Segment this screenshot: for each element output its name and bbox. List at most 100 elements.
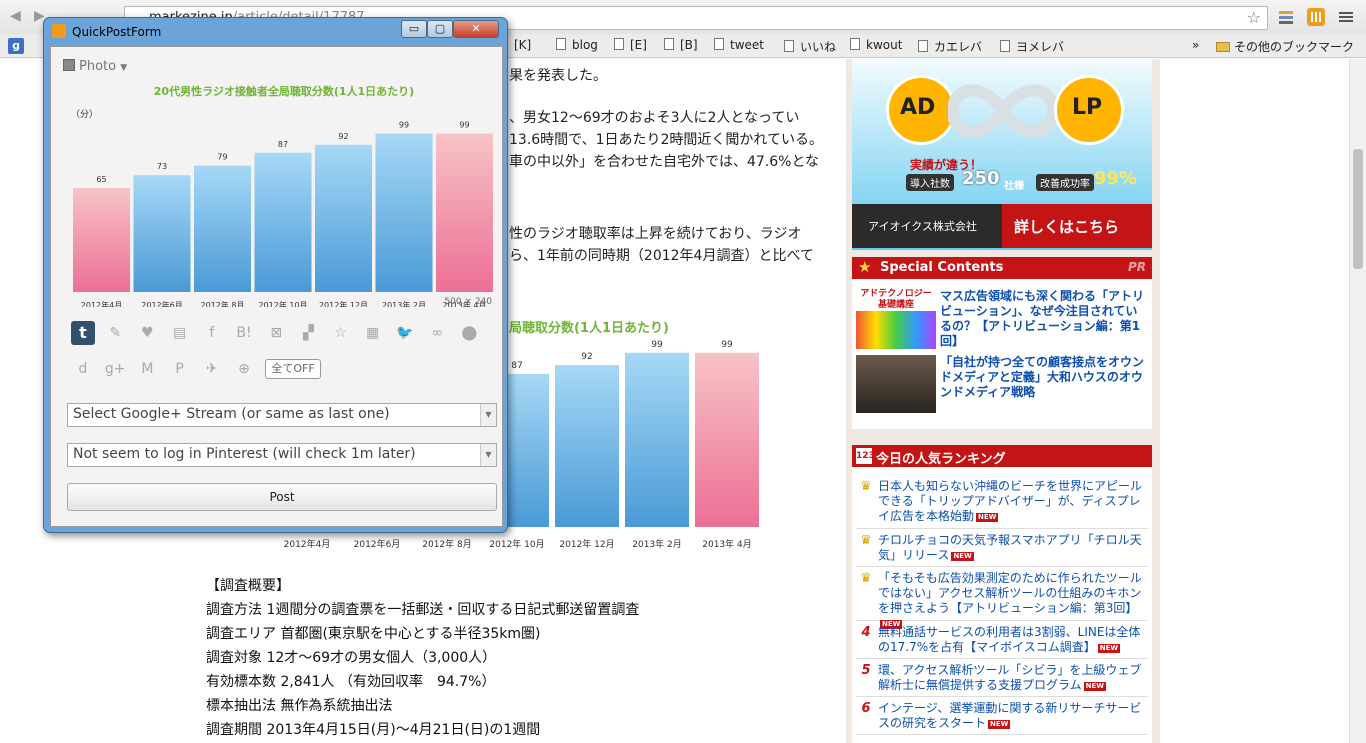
chart-bar — [436, 133, 493, 292]
new-badge: NEW — [951, 552, 974, 561]
bookmark-item[interactable]: ヨメレバ — [1000, 38, 1064, 55]
ranking-link[interactable]: インテージ、選挙運動に関する新リサーチサービスの研究をスタート NEW — [878, 701, 1144, 731]
ad-stat1-label: 導入社数 — [906, 174, 954, 191]
all-off-button[interactable]: 全てOFF — [265, 359, 321, 379]
star-box-icon[interactable]: ⊠ — [264, 321, 288, 345]
special-link[interactable]: 「自社が持つ全ての顧客接点をオウンドメディアと定義」大和ハウスのオウンドメディア… — [940, 355, 1146, 400]
stack-icon[interactable]: ▤ — [168, 321, 192, 345]
chart-bar — [695, 352, 759, 527]
survey-line: 調査方法 1週間分の調査票を一括郵送・回収する日記式郵送留置調査 — [206, 602, 640, 618]
y-axis-label: （分） — [71, 109, 98, 120]
photo-icon — [63, 59, 75, 71]
bookmark-item[interactable]: kwout — [850, 38, 902, 52]
ranking-link[interactable]: 無料通話サービスの利用者は3割弱、LINEは全体の17.7%を占有【マイボイスコ… — [878, 625, 1144, 655]
data-label: 92 — [581, 352, 592, 362]
thumbnail-caption: アドテクノロジー基礎講座 — [856, 289, 936, 311]
article-text: ら、1年前の同時期（2012年4月調査）と比べて — [509, 248, 814, 264]
page-scrollbar[interactable] — [1349, 59, 1366, 743]
bookmark-item[interactable]: tweet — [714, 38, 764, 52]
ad-stat2-label: 改善成功率 — [1036, 174, 1094, 191]
tick-label: 2012年6月 — [354, 538, 401, 550]
survey-line: 調査エリア 首都圏(東京駅を中心とする半径35km圏) — [206, 626, 541, 642]
page-icon — [850, 38, 860, 50]
bi-icon[interactable]: B! — [232, 321, 256, 345]
bookmark-item[interactable]: [E] — [614, 38, 647, 52]
news-icon[interactable]: ▦ — [361, 321, 385, 345]
googleplus-icon[interactable]: g+ — [103, 357, 127, 381]
photo-type-dropdown[interactable]: Photo ▼ — [63, 59, 127, 74]
bookmark-item[interactable]: blog — [556, 38, 598, 52]
location-icon[interactable]: ⬤ — [457, 321, 481, 345]
close-button[interactable]: ✕ — [453, 20, 499, 38]
tick-label: 2013年 2月 — [632, 538, 682, 550]
google-icon[interactable]: g — [8, 38, 24, 54]
bookmark-item[interactable]: いいね — [784, 38, 836, 55]
new-badge: NEW — [976, 513, 999, 522]
gplus-stream-select[interactable]: Select Google+ Stream (or same as last o… — [67, 403, 497, 427]
new-badge: NEW — [988, 720, 1011, 729]
other-bookmarks[interactable]: その他のブックマーク — [1216, 38, 1354, 55]
evernote-icon[interactable]: ✈ — [200, 357, 224, 381]
rank-number: 5 — [861, 663, 871, 678]
folder-icon — [1216, 42, 1230, 52]
link-icon[interactable]: ∞ — [425, 321, 449, 345]
ranking-item[interactable]: ♛ チロルチョコの天気予報スマホアプリ「チロル天気」リリース NEW — [856, 533, 1148, 567]
page-icon — [614, 38, 624, 50]
scrollbar-thumb[interactable] — [1353, 149, 1363, 269]
plus-icon[interactable]: ⊕ — [232, 357, 256, 381]
ranking-icon: 123 — [856, 448, 875, 464]
ad-left-tag: AD — [900, 95, 936, 120]
ranking-header: 123 今日の人気ランキング — [852, 445, 1152, 467]
chevron-down-icon: ▼ — [480, 444, 496, 466]
twitter-icon[interactable]: 🐦 — [393, 321, 417, 345]
tick-label: 2013年 4月 — [702, 538, 752, 550]
gmail-icon[interactable]: M — [135, 357, 159, 381]
ranking-item[interactable]: 4 無料通話サービスの利用者は3割弱、LINEは全体の17.7%を占有【マイボイス… — [856, 625, 1148, 659]
maximize-button[interactable]: ▢ — [427, 20, 453, 38]
bookmark-item[interactable]: [K] — [514, 38, 531, 52]
bookmark-toolbar-icon[interactable] — [1276, 7, 1296, 27]
ranking-link[interactable]: 「そもそも広告効果測定のために作られたツールではない」アクセス解析ツールの仕組み… — [878, 571, 1144, 631]
article-text: 13.6時間で、1日あたり2時間近く聞かれている。 — [509, 132, 824, 148]
ranking-link[interactable]: 日本人も知らない沖縄のビーチを世界にアピールできる「トリップアドバイザー」が、デ… — [878, 479, 1144, 524]
bookmark-item[interactable]: カエレバ — [918, 38, 982, 55]
ad-right-tag: LP — [1072, 95, 1103, 120]
pen-icon[interactable]: ✎ — [103, 321, 127, 345]
survey-line: 調査期間 2013年4月15日(月)～4月21日(日)の1週間 — [206, 722, 541, 738]
ranking-item[interactable]: ♛ 日本人も知らない沖縄のビーチを世界にアピールできる「トリップアドバイザー」が、… — [856, 479, 1148, 529]
tumblr-icon[interactable]: t — [71, 321, 95, 345]
pinterest-board-select[interactable]: Not seem to log in Pinterest (will check… — [67, 443, 497, 467]
tick-label: 2012年4月 — [81, 300, 122, 307]
bookmark-overflow[interactable]: » — [1192, 38, 1199, 52]
back-icon[interactable]: ◀ — [10, 8, 21, 24]
data-label: 92 — [338, 132, 348, 141]
dropbox-icon[interactable]: d — [71, 357, 95, 381]
tick-label: 2012年 12月 — [559, 538, 614, 550]
ranking-item[interactable]: ♛ 「そもそも広告効果測定のために作られたツールではない」アクセス解析ツールの仕組… — [856, 571, 1148, 629]
extension-icon[interactable] — [1306, 7, 1326, 27]
ranking-item[interactable]: 5 環、アクセス解析ツール「シビラ」を上級ウェブ解析士に無償提供する支援プログラム… — [856, 663, 1148, 697]
new-badge: NEW — [1097, 644, 1121, 653]
bookmark-item[interactable]: [B] — [664, 38, 698, 52]
special-link[interactable]: マス広告領域にも深く関わる「アトリビューション」、なぜ今注目されているの？【アト… — [940, 289, 1146, 349]
heart-icon[interactable]: ♥ — [135, 321, 159, 345]
pinterest-icon[interactable]: P — [168, 357, 192, 381]
thumbnail[interactable] — [856, 355, 936, 413]
ad-stat2-value: 99% — [1094, 168, 1138, 189]
ranking-link[interactable]: 環、アクセス解析ツール「シビラ」を上級ウェブ解析士に無償提供する支援プログラム N… — [878, 663, 1144, 693]
data-label: 99 — [721, 340, 733, 350]
tick-label: 2013年 2月 — [382, 300, 426, 307]
star-icon[interactable]: ☆ — [1247, 8, 1261, 27]
post-button[interactable]: Post — [67, 483, 497, 511]
ranking-item[interactable]: 6 インテージ、選挙運動に関する新リサーチサービスの研究をスタート NEW — [856, 701, 1148, 735]
crown-icon: ♛ — [860, 533, 872, 548]
wrench-icon[interactable] — [1336, 7, 1356, 27]
minimize-button[interactable]: ▭ — [401, 20, 427, 38]
ranking-link[interactable]: チロルチョコの天気予報スマホアプリ「チロル天気」リリース NEW — [878, 533, 1144, 563]
cube-icon[interactable]: ▞ — [296, 321, 320, 345]
facebook-icon[interactable]: f — [200, 321, 224, 345]
star-icon[interactable]: ☆ — [329, 321, 353, 345]
data-label: 87 — [511, 361, 522, 371]
ad-cta[interactable]: 詳しくはこちら — [1014, 216, 1119, 237]
ad-footer[interactable]: アイオイクス株式会社 詳しくはこちら — [852, 204, 1152, 248]
